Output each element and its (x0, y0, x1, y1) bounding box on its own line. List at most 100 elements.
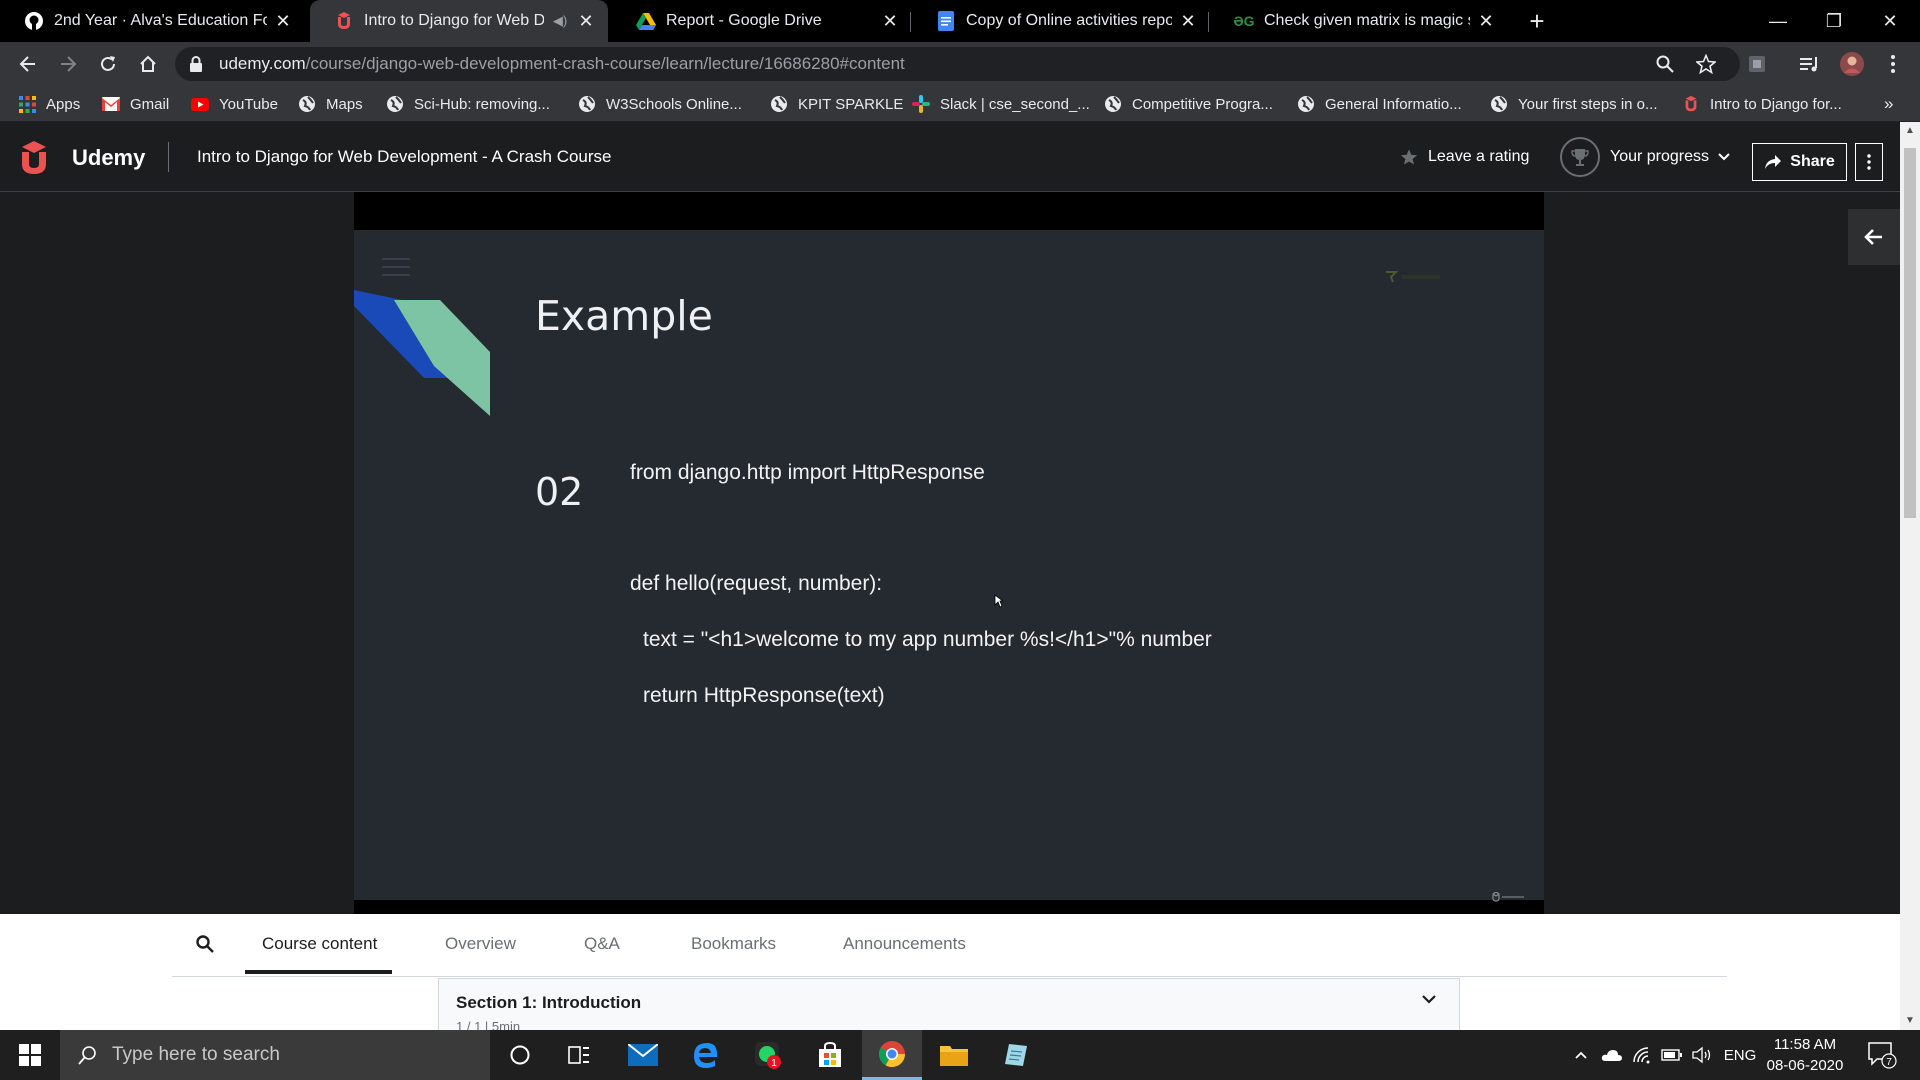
back-button[interactable] (12, 48, 44, 80)
header-divider (168, 142, 169, 172)
globe-icon (770, 95, 788, 113)
action-center-button[interactable]: 7 (1862, 1030, 1902, 1080)
tab-course-content[interactable]: Course content (262, 914, 377, 974)
bookmark-label: Gmail (130, 95, 170, 113)
notepad-icon (1005, 1044, 1027, 1066)
address-bar[interactable]: udemy.com/course/django-web-development-… (175, 47, 1740, 81)
close-window-button[interactable]: ✕ (1862, 0, 1918, 42)
profile-avatar-icon[interactable] (1837, 48, 1867, 80)
show-hidden-icons-chevron-icon[interactable] (1568, 1030, 1594, 1080)
tab-bookmarks[interactable]: Bookmarks (691, 914, 776, 974)
bookmark-slack[interactable]: Slack | cse_second_... (912, 86, 1090, 122)
bookmark-youtube[interactable]: YouTube (191, 86, 278, 122)
edge-browser-button[interactable] (675, 1030, 735, 1080)
course-title[interactable]: Intro to Django for Web Development - A … (197, 122, 612, 192)
udemy-logo[interactable]: Udemy (18, 140, 145, 176)
forward-button[interactable] (52, 48, 84, 80)
microsoft-store-button[interactable] (800, 1030, 860, 1080)
home-button[interactable] (132, 48, 164, 80)
video-player[interactable]: Example 02 from django.http import HttpR… (354, 192, 1544, 914)
taskbar-clock[interactable]: 11:58 AM 08-06-2020 (1760, 1034, 1850, 1076)
speaker-muted-icon[interactable]: ◀) (550, 13, 570, 29)
start-button[interactable] (0, 1030, 60, 1080)
tab-qa[interactable]: Q&A (584, 914, 620, 974)
bookmarks-overflow-button[interactable]: » (1884, 86, 1893, 122)
new-tab-button[interactable]: + (1520, 4, 1554, 38)
more-options-button[interactable] (1855, 143, 1883, 181)
whatsapp-button[interactable]: 1 (738, 1030, 798, 1080)
bookmarks-bar: Apps Gmail YouTube Maps Sci-Hub: removin… (0, 86, 1920, 122)
globe-icon (386, 95, 404, 113)
bookmark-maps[interactable]: Maps (298, 86, 363, 122)
chrome-menu-icon[interactable] (1878, 48, 1908, 80)
bookmark-apps[interactable]: Apps (18, 86, 80, 122)
open-sidebar-button[interactable] (1848, 209, 1900, 265)
url-text: udemy.com/course/django-web-development-… (219, 54, 905, 73)
close-icon[interactable]: ✕ (273, 11, 293, 32)
tab-udemy-course[interactable]: Intro to Django for Web Dev ◀) ✕ (310, 0, 608, 42)
page-scrollbar[interactable]: ▲ ▼ (1900, 122, 1920, 1030)
slide-title: Example (535, 292, 713, 340)
forward-arrow-icon (61, 56, 77, 72)
geeksforgeeks-icon: ƏG (1233, 13, 1255, 29)
tab-github[interactable]: 2nd Year · Alva's Education Found ✕ (0, 0, 305, 42)
bookmark-competitive-programming[interactable]: Competitive Progra... (1104, 86, 1273, 122)
taskbar-search-box[interactable]: Type here to search (60, 1030, 490, 1080)
udemy-logo-icon (22, 141, 46, 174)
tab-title: Check given matrix is magic squa (1264, 12, 1470, 29)
tab-announcements[interactable]: Announcements (843, 914, 966, 974)
chrome-taskbar-button[interactable] (862, 1030, 922, 1080)
close-icon[interactable]: ✕ (1476, 11, 1496, 32)
volume-icon[interactable] (1688, 1030, 1716, 1080)
globe-icon (578, 95, 596, 113)
restore-button[interactable]: ❐ (1806, 0, 1862, 42)
media-control-icon[interactable] (1795, 48, 1825, 80)
leave-rating-button[interactable]: Leave a rating (1400, 122, 1529, 192)
notification-icon: 7 (1868, 1042, 1897, 1069)
tab-google-docs[interactable]: Copy of Online activities report_8 ✕ (912, 0, 1210, 42)
your-progress-button[interactable]: Your progress (1560, 122, 1731, 192)
bookmark-gmail[interactable]: Gmail (102, 86, 169, 122)
tab-google-drive[interactable]: Report - Google Drive ✕ (612, 0, 912, 42)
notepad-button[interactable] (986, 1030, 1046, 1080)
cortana-button[interactable] (490, 1030, 550, 1080)
close-icon[interactable]: ✕ (1178, 11, 1198, 32)
whatsapp-icon: 1 (755, 1042, 781, 1069)
bookmark-kpit[interactable]: KPIT SPARKLE (770, 86, 903, 122)
extension-icon[interactable] (1742, 48, 1772, 80)
close-icon[interactable]: ✕ (880, 11, 900, 32)
wifi-icon[interactable] (1628, 1030, 1656, 1080)
mail-app-button[interactable] (613, 1030, 673, 1080)
clock-date: 08-06-2020 (1766, 1057, 1844, 1074)
share-button[interactable]: Share (1752, 143, 1847, 181)
close-icon[interactable]: ✕ (576, 11, 596, 32)
input-language-indicator[interactable]: ENG (1720, 1030, 1760, 1080)
scroll-down-arrow-icon[interactable]: ▼ (1900, 1012, 1920, 1030)
tab-geeksforgeeks[interactable]: ƏG Check given matrix is magic squa ✕ (1210, 0, 1508, 42)
tab-overview[interactable]: Overview (445, 914, 516, 974)
minimize-button[interactable]: — (1750, 0, 1806, 42)
bookmark-star-icon[interactable] (1691, 48, 1721, 80)
bookmark-w3schools[interactable]: W3Schools Online... (578, 86, 742, 122)
mouse-cursor-icon (994, 594, 1004, 608)
battery-icon[interactable] (1658, 1030, 1686, 1080)
zoom-search-icon[interactable] (1650, 48, 1680, 80)
course-section-header[interactable]: Section 1: Introduction 1 / 1 | 5min (438, 978, 1460, 1034)
course-search-button[interactable] (196, 914, 214, 974)
bookmark-scihub[interactable]: Sci-Hub: removing... (386, 86, 550, 122)
globe-icon (1490, 95, 1508, 113)
code-line-return: return HttpResponse(text) (643, 684, 885, 707)
chevron-down-icon[interactable] (1421, 993, 1437, 1005)
chrome-icon (878, 1040, 906, 1067)
reload-button[interactable] (92, 48, 124, 80)
file-explorer-button[interactable] (924, 1030, 984, 1080)
bookmark-first-steps[interactable]: Your first steps in o... (1490, 86, 1658, 122)
bookmark-general-information[interactable]: General Informatio... (1297, 86, 1462, 122)
scrollbar-thumb[interactable] (1904, 148, 1916, 518)
onedrive-cloud-icon[interactable] (1598, 1030, 1626, 1080)
task-view-button[interactable] (550, 1030, 610, 1080)
bookmark-label: Apps (46, 95, 81, 113)
scroll-up-arrow-icon[interactable]: ▲ (1900, 122, 1920, 140)
your-progress-label: Your progress (1610, 148, 1710, 165)
bookmark-intro-django[interactable]: Intro to Django for... (1682, 86, 1842, 122)
